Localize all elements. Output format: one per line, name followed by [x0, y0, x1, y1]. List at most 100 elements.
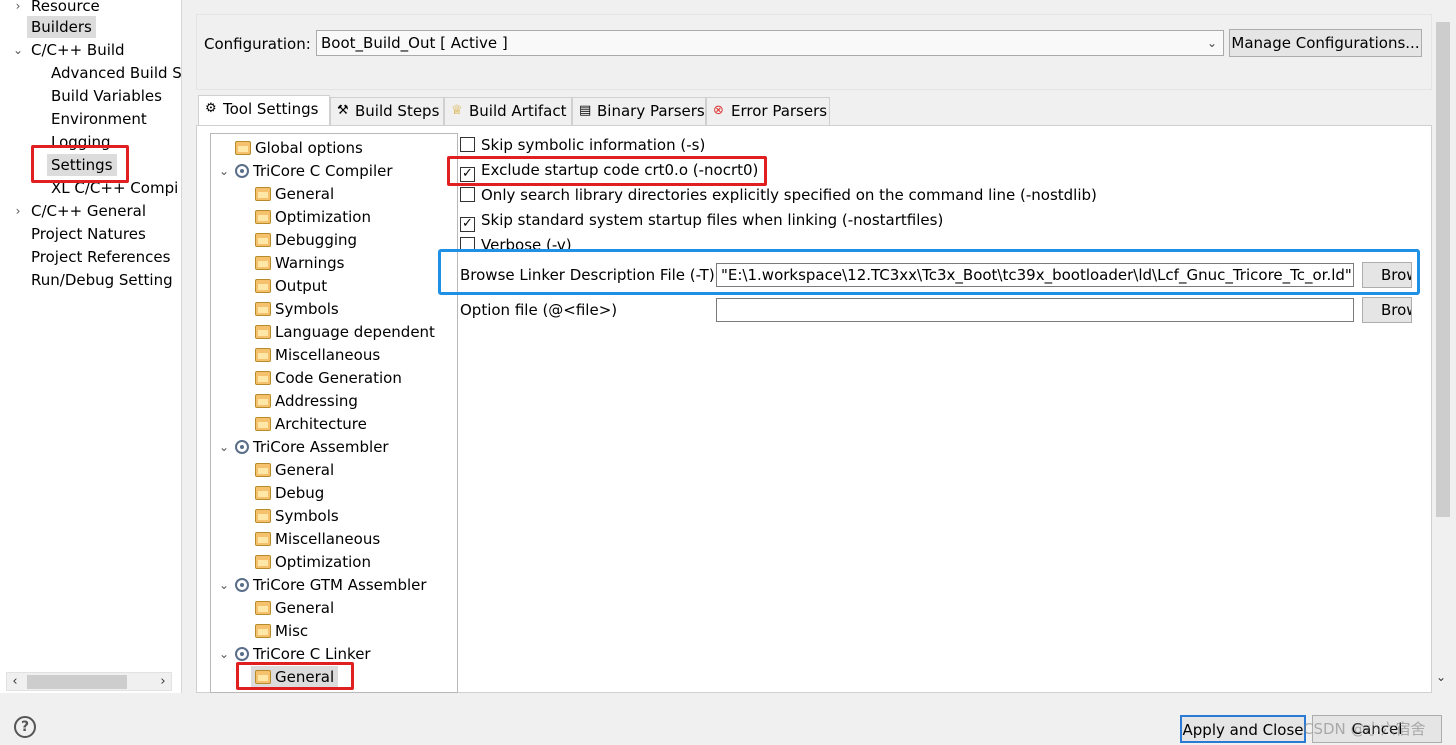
tree-item-optimization[interactable]: Optimization	[255, 551, 371, 573]
tab-label: Tool Settings	[223, 100, 319, 118]
tree-item-output[interactable]: Output	[255, 275, 327, 297]
skip-standard-option[interactable]: ✓ Skip standard system startup files when…	[460, 209, 943, 232]
nav-item-label: Build Variables	[51, 87, 162, 105]
settings-highlight-box	[31, 145, 129, 183]
tree-item-architecture[interactable]: Architecture	[255, 413, 367, 435]
collapse-arrow-icon[interactable]: ⌄	[217, 160, 231, 182]
configuration-select[interactable]: Boot_Build_Out [ Active ] ⌄	[316, 30, 1224, 56]
tool-gear-icon	[235, 164, 249, 178]
only-search-option[interactable]: Only search library directories explicit…	[460, 184, 1097, 206]
binary-parsers-icon: ▤	[579, 103, 592, 118]
skip-symbolic-option[interactable]: Skip symbolic information (-s)	[460, 134, 705, 156]
folder-icon	[255, 601, 271, 615]
nav-item-label: Builders	[31, 18, 92, 36]
tool-gear-icon	[235, 647, 249, 661]
folder-icon	[255, 302, 271, 316]
folder-icon	[255, 325, 271, 339]
nav-item-project-references[interactable]: Project References	[31, 246, 170, 268]
tree-item-label: Global options	[255, 139, 363, 157]
expand-arrow-icon[interactable]: ›	[11, 0, 25, 17]
option-file-browse-button[interactable]: Brow	[1362, 297, 1412, 323]
folder-icon	[255, 486, 271, 500]
folder-icon	[255, 279, 271, 293]
nav-horizontal-scrollbar[interactable]: ‹ ›	[6, 672, 172, 691]
tree-item-label: TriCore C Linker	[253, 645, 371, 663]
folder-icon	[255, 555, 271, 569]
chevron-down-icon: ⌄	[1206, 36, 1217, 50]
nav-item-resource[interactable]: Resource	[31, 0, 100, 17]
nav-item-project-natures[interactable]: Project Natures	[31, 223, 146, 245]
tab-label: Error Parsers	[731, 102, 828, 120]
folder-icon	[255, 417, 271, 431]
nav-item-label: Environment	[51, 110, 147, 128]
collapse-arrow-icon[interactable]: ⌄	[217, 643, 231, 665]
tree-item-debugging[interactable]: Debugging	[255, 229, 357, 251]
option-file-label: Option file (@<file>)	[460, 301, 618, 319]
option-file-input[interactable]	[716, 298, 1354, 322]
tab-binary-parsers[interactable]: ▤ Binary Parsers	[572, 97, 706, 125]
scroll-right-icon[interactable]: ›	[155, 673, 171, 690]
tree-item-miscellaneous[interactable]: Miscellaneous	[255, 344, 380, 366]
tab-build-artifact[interactable]: ♕ Build Artifact	[444, 97, 572, 125]
tree-item-assembler[interactable]: TriCore Assembler	[235, 436, 389, 458]
folder-icon	[255, 256, 271, 270]
tree-item-symbols[interactable]: Symbols	[255, 505, 339, 527]
skip-symbolic-checkbox[interactable]	[460, 137, 475, 152]
collapse-arrow-icon[interactable]: ⌄	[11, 39, 25, 61]
tree-item-label: TriCore Assembler	[253, 438, 389, 456]
tab-build-steps[interactable]: ⚒ Build Steps	[330, 97, 444, 125]
tree-item-label: Addressing	[275, 392, 358, 410]
tab-tool-settings[interactable]: ⚙ Tool Settings	[198, 95, 330, 126]
tree-item-addressing[interactable]: Addressing	[255, 390, 358, 412]
tree-item-label: TriCore C Compiler	[253, 162, 393, 180]
collapse-arrow-icon[interactable]: ⌄	[217, 436, 231, 458]
expand-arrow-icon[interactable]: ›	[11, 200, 25, 222]
tree-item-label: General	[275, 461, 335, 479]
tree-item-gtm-assembler[interactable]: TriCore GTM Assembler	[235, 574, 427, 596]
folder-icon	[255, 532, 271, 546]
tab-label: Binary Parsers	[597, 102, 705, 120]
only-search-checkbox[interactable]	[460, 187, 475, 202]
tree-item-label: Architecture	[275, 415, 367, 433]
exclude-startup-highlight-box	[447, 156, 767, 186]
manage-configurations-button[interactable]: Manage Configurations...	[1229, 29, 1422, 57]
tree-item-optimization[interactable]: Optimization	[255, 206, 371, 228]
nav-item-build-variables[interactable]: Build Variables	[51, 85, 162, 107]
nav-item-advanced-build[interactable]: Advanced Build S	[51, 62, 181, 84]
nav-item-label: C/C++ Build	[31, 41, 125, 59]
apply-and-close-button[interactable]: Apply and Close	[1180, 715, 1306, 743]
tree-item-global-options[interactable]: Global options	[235, 137, 363, 159]
folder-icon	[255, 210, 271, 224]
configuration-value: Boot_Build_Out [ Active ]	[321, 34, 508, 52]
tab-error-parsers[interactable]: ⊗ Error Parsers	[706, 97, 830, 125]
nav-item-builders[interactable]: Builders	[27, 16, 96, 38]
nav-item-environment[interactable]: Environment	[51, 108, 147, 130]
tree-item-symbols[interactable]: Symbols	[255, 298, 339, 320]
scrollbar-thumb[interactable]	[27, 675, 127, 689]
tool-gear-icon	[235, 440, 249, 454]
tree-item-general[interactable]: General	[255, 459, 334, 481]
tree-item-general[interactable]: General	[255, 597, 334, 619]
nav-item-cpp-general[interactable]: C/C++ General	[31, 200, 146, 222]
tree-item-misc[interactable]: Misc	[255, 620, 308, 642]
tree-item-language-dependent[interactable]: Language dependent	[255, 321, 435, 343]
collapse-arrow-icon[interactable]: ⌄	[217, 574, 231, 596]
tree-item-warnings[interactable]: Warnings	[255, 252, 345, 274]
tree-item-debug[interactable]: Debug	[255, 482, 324, 504]
tool-gear-icon	[235, 578, 249, 592]
skip-standard-checkbox[interactable]: ✓	[460, 217, 475, 232]
scroll-down-icon[interactable]: ⌄	[1436, 670, 1446, 684]
nav-item-run-debug[interactable]: Run/Debug Setting	[31, 269, 173, 291]
folder-icon	[255, 348, 271, 362]
tree-item-label: Symbols	[275, 300, 339, 318]
tree-item-label: Miscellaneous	[275, 346, 381, 364]
tree-item-code-generation[interactable]: Code Generation	[255, 367, 402, 389]
tree-item-miscellaneous[interactable]: Miscellaneous	[255, 528, 380, 550]
scrollbar-thumb[interactable]	[1436, 22, 1450, 517]
tree-item-general[interactable]: General	[255, 183, 334, 205]
scroll-left-icon[interactable]: ‹	[7, 673, 23, 690]
nav-item-cpp-build[interactable]: C/C++ Build	[31, 39, 125, 61]
help-icon[interactable]: ?	[14, 716, 36, 738]
tree-item-c-compiler[interactable]: TriCore C Compiler	[235, 160, 393, 182]
vertical-scrollbar[interactable]: ⌄	[1433, 0, 1453, 693]
